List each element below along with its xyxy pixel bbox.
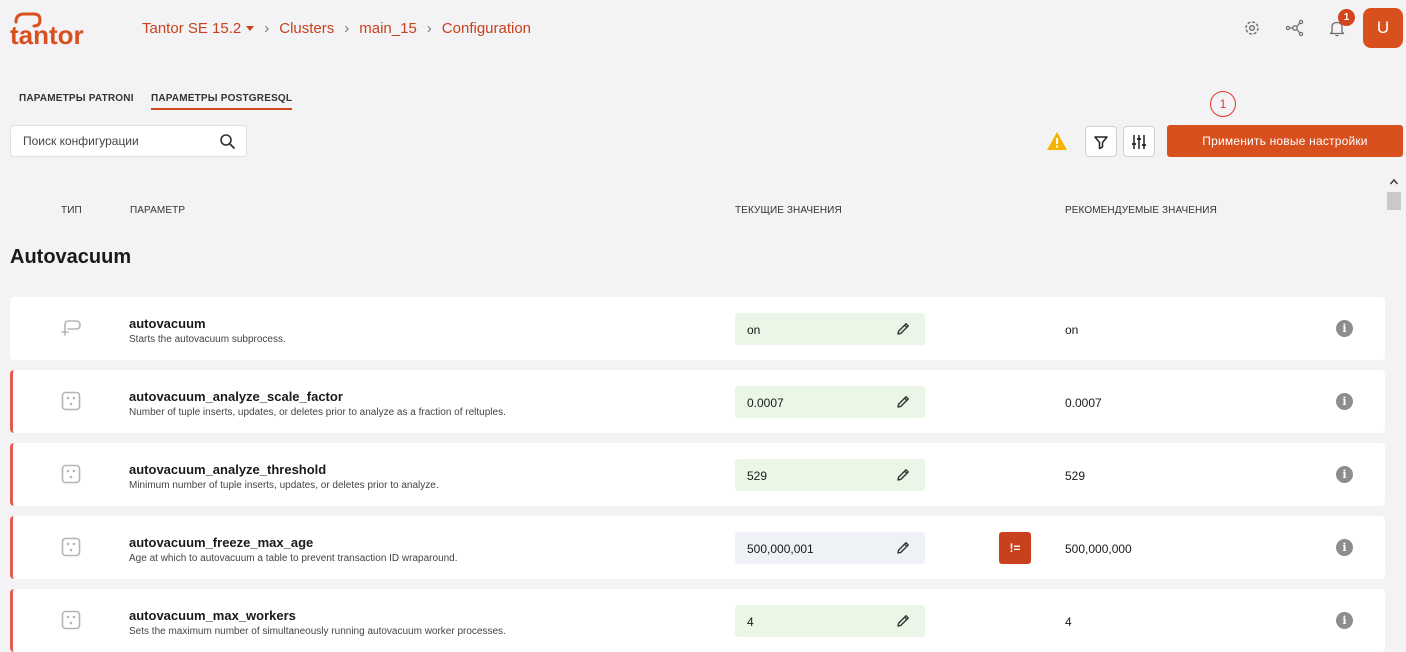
info-icon[interactable]: i: [1336, 466, 1353, 483]
warning-icon[interactable]: [1046, 131, 1068, 151]
pencil-icon[interactable]: [895, 321, 911, 337]
breadcrumb-clusters[interactable]: Clusters: [279, 20, 334, 37]
info-icon[interactable]: i: [1336, 612, 1353, 629]
breadcrumb-cluster[interactable]: main_15: [359, 20, 417, 37]
number-icon: [61, 610, 81, 630]
tab-patroni-params[interactable]: ПАРАМЕТРЫ PATRONI: [19, 93, 134, 104]
current-value: 500,000,001: [747, 542, 814, 556]
filter-button[interactable]: [1085, 126, 1117, 157]
toggle-icon: [61, 320, 81, 336]
search-icon[interactable]: [219, 133, 236, 150]
table-row: autovacuum_analyze_scale_factor Number o…: [10, 370, 1385, 433]
current-value: 4: [747, 615, 754, 629]
chevron-right-icon: ›: [264, 20, 270, 37]
table-row: autovacuum_max_workers Sets the maximum …: [10, 589, 1385, 652]
adjustments-button[interactable]: [1123, 126, 1155, 157]
table-row: autovacuum_freeze_max_age Age at which t…: [10, 516, 1385, 579]
tantor-logo[interactable]: tantor: [10, 10, 96, 46]
breadcrumb-product[interactable]: Tantor SE 15.2: [142, 20, 241, 37]
current-value-field[interactable]: on: [735, 313, 925, 345]
recommended-value: on: [1065, 323, 1079, 337]
column-header-current: ТЕКУЩИЕ ЗНАЧЕНИЯ: [735, 205, 842, 216]
column-header-type: ТИП: [61, 205, 82, 216]
mismatch-badge[interactable]: !=: [999, 532, 1031, 564]
parameter-description: Sets the maximum number of simultaneousl…: [129, 626, 506, 637]
pencil-icon[interactable]: [895, 467, 911, 483]
pencil-icon[interactable]: [895, 540, 911, 556]
current-value-field[interactable]: 500,000,001: [735, 532, 925, 564]
search-box: [10, 125, 247, 157]
scrollbar[interactable]: [1386, 175, 1402, 652]
chevron-up-icon[interactable]: [1389, 177, 1399, 187]
info-icon[interactable]: i: [1336, 320, 1353, 337]
app-header: tantor Tantor SE 15.2 › Clusters › main_…: [0, 0, 1406, 60]
breadcrumb: Tantor SE 15.2 › Clusters › main_15 › Co…: [142, 20, 531, 37]
recommended-value: 529: [1065, 469, 1086, 483]
number-icon: [61, 537, 81, 557]
recommended-value: 4: [1065, 615, 1072, 629]
svg-text:tantor: tantor: [10, 20, 84, 46]
pencil-icon[interactable]: [895, 394, 911, 410]
current-value-field[interactable]: 4: [735, 605, 925, 637]
current-value-field[interactable]: 0.0007: [735, 386, 925, 418]
sliders-icon: [1132, 134, 1146, 149]
parameter-description: Minimum number of tuple inserts, updates…: [129, 480, 439, 491]
apply-settings-button[interactable]: Применить новые настройки: [1167, 125, 1403, 157]
current-value-field[interactable]: 529: [735, 459, 925, 491]
gear-icon[interactable]: [1242, 18, 1262, 38]
parameter-description: Starts the autovacuum subprocess.: [129, 334, 286, 345]
scrollbar-thumb[interactable]: [1387, 192, 1401, 210]
table-row: autovacuum Starts the autovacuum subproc…: [10, 297, 1385, 360]
number-icon: [61, 464, 81, 484]
current-value: 0.0007: [747, 396, 784, 410]
column-header-parameter: ПАРАМЕТР: [130, 205, 186, 216]
parameter-name: autovacuum: [129, 316, 206, 331]
chevron-down-icon[interactable]: [246, 26, 255, 31]
parameter-name: autovacuum_analyze_scale_factor: [129, 389, 343, 404]
avatar[interactable]: U: [1363, 8, 1403, 48]
parameter-name: autovacuum_analyze_threshold: [129, 462, 327, 477]
parameter-description: Age at which to autovacuum a table to pr…: [129, 553, 458, 564]
tab-postgresql-params[interactable]: ПАРАМЕТРЫ POSTGRESQL: [151, 93, 293, 110]
parameter-name: autovacuum_max_workers: [129, 608, 296, 623]
info-icon[interactable]: i: [1336, 393, 1353, 410]
step-marker: 1: [1210, 91, 1236, 117]
search-input[interactable]: [23, 126, 213, 156]
chevron-right-icon: ›: [426, 20, 432, 37]
recommended-value: 500,000,000: [1065, 542, 1132, 556]
current-value: on: [747, 323, 761, 337]
parameter-description: Number of tuple inserts, updates, or del…: [129, 407, 506, 418]
section-title: Autovacuum: [10, 246, 132, 268]
recommended-value: 0.0007: [1065, 396, 1102, 410]
info-icon[interactable]: i: [1336, 539, 1353, 556]
table-row: autovacuum_analyze_threshold Minimum num…: [10, 443, 1385, 506]
pencil-icon[interactable]: [895, 613, 911, 629]
network-icon[interactable]: [1285, 18, 1305, 38]
filter-icon: [1094, 135, 1108, 149]
column-header-recommended: РЕКОМЕНДУЕМЫЕ ЗНАЧЕНИЯ: [1065, 205, 1217, 216]
current-value: 529: [747, 469, 768, 483]
parameter-name: autovacuum_freeze_max_age: [129, 535, 314, 550]
breadcrumb-configuration[interactable]: Configuration: [442, 20, 531, 37]
notification-badge: 1: [1338, 9, 1355, 26]
chevron-right-icon: ›: [344, 20, 350, 37]
number-icon: [61, 391, 81, 411]
